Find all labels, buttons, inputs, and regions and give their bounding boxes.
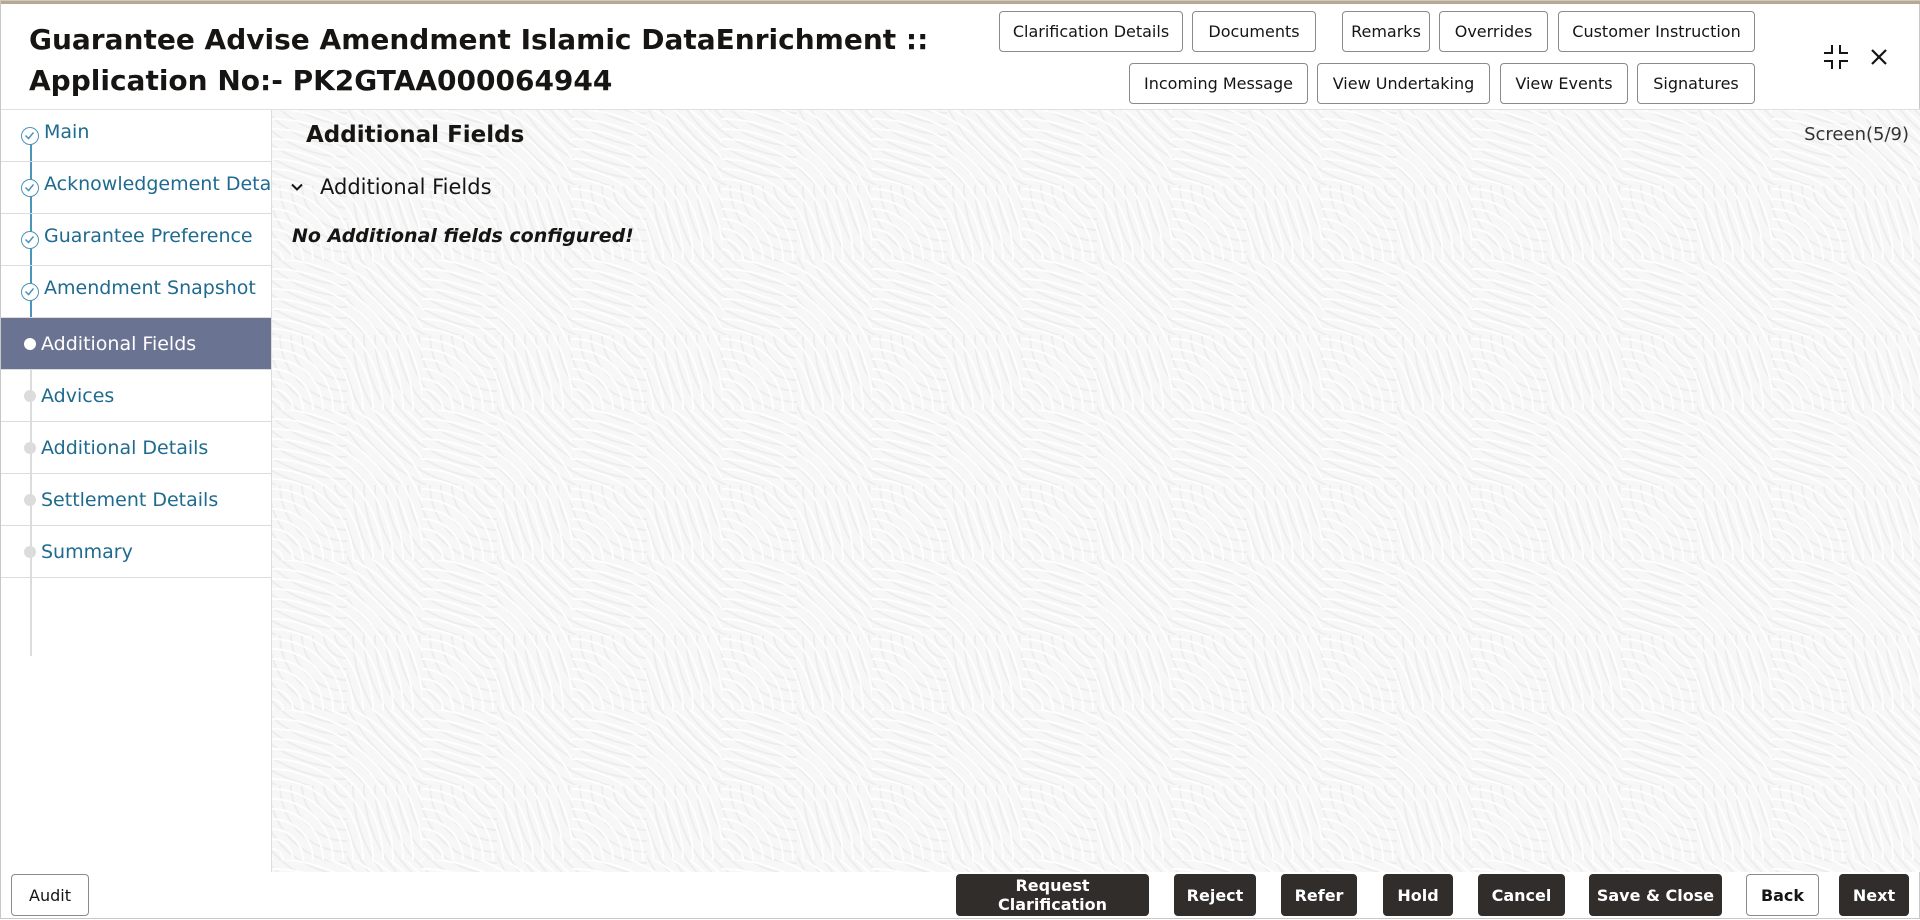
sidebar-item-label: Amendment Snapshot	[44, 277, 256, 299]
pending-step-dot-icon	[24, 494, 36, 506]
close-icon[interactable]	[1863, 41, 1895, 73]
main-content: Additional Fields Screen(5/9) Additional…	[272, 110, 1920, 872]
sidebar-item-label: Advices	[41, 385, 115, 407]
view-events-button[interactable]: View Events	[1500, 63, 1628, 104]
clarification-details-button[interactable]: Clarification Details	[999, 11, 1183, 52]
request-clarification-button[interactable]: Request Clarification	[956, 874, 1149, 916]
sidebar-item-summary[interactable]: Summary	[1, 526, 271, 578]
sidebar-item-amendment-snapshot[interactable]: Amendment Snapshot	[1, 266, 271, 318]
remarks-button[interactable]: Remarks	[1342, 11, 1430, 52]
title-line-2: Application No:- PK2GTAA000064944	[29, 64, 613, 97]
sidebar-item-additional-details[interactable]: Additional Details	[1, 422, 271, 474]
hold-button[interactable]: Hold	[1383, 874, 1453, 916]
top-strip	[1, 1, 1920, 4]
sidebar-item-settlement-details[interactable]: Settlement Details	[1, 474, 271, 526]
checkmark-icon	[21, 283, 39, 301]
page-title: Additional Fields	[306, 122, 525, 148]
app-window: Guarantee Advise Amendment Islamic DataE…	[0, 0, 1920, 919]
current-step-dot-icon	[24, 338, 36, 350]
incoming-message-button[interactable]: Incoming Message	[1129, 63, 1308, 104]
pending-step-dot-icon	[24, 390, 36, 402]
sidebar-item-advices[interactable]: Advices	[1, 370, 271, 422]
checkmark-icon	[21, 179, 39, 197]
sidebar-item-label: Additional Details	[41, 437, 209, 459]
sidebar-item-main[interactable]: Main	[1, 110, 271, 162]
pending-step-dot-icon	[24, 442, 36, 454]
sidebar-item-guarantee-preference[interactable]: Guarantee Preference	[1, 214, 271, 266]
page-header-title: Guarantee Advise Amendment Islamic DataE…	[29, 19, 928, 101]
customer-instruction-button[interactable]: Customer Instruction	[1558, 11, 1755, 52]
sidebar-item-label: Settlement Details	[41, 489, 219, 511]
checkmark-icon	[21, 127, 39, 145]
sidebar-item-label: Guarantee Preference	[44, 225, 253, 247]
reject-button[interactable]: Reject	[1174, 874, 1256, 916]
chevron-down-icon	[291, 183, 303, 191]
screen-indicator: Screen(5/9)	[1804, 124, 1909, 145]
save-and-close-button[interactable]: Save & Close	[1589, 874, 1722, 916]
sidebar-item-additional-fields[interactable]: Additional Fields	[1, 318, 271, 370]
checkmark-icon	[21, 231, 39, 249]
title-line-1: Guarantee Advise Amendment Islamic DataE…	[29, 23, 929, 56]
sidebar-train-stops: Main Acknowledgement Details Guarantee P…	[1, 110, 292, 872]
documents-button[interactable]: Documents	[1192, 11, 1316, 52]
signatures-button[interactable]: Signatures	[1637, 63, 1755, 104]
view-undertaking-button[interactable]: View Undertaking	[1317, 63, 1490, 104]
section-title: Additional Fields	[320, 175, 492, 199]
sidebar-item-label: Additional Fields	[41, 333, 197, 355]
sidebar-item-acknowledgement-details[interactable]: Acknowledgement Details	[1, 162, 292, 214]
collapse-icon[interactable]	[1820, 41, 1852, 73]
sidebar-item-label: Acknowledgement Details	[44, 173, 292, 195]
next-button[interactable]: Next	[1839, 874, 1909, 916]
sidebar-item-label: Main	[44, 121, 90, 143]
cancel-button[interactable]: Cancel	[1478, 874, 1565, 916]
audit-button[interactable]: Audit	[11, 874, 89, 916]
refer-button[interactable]: Refer	[1281, 874, 1357, 916]
empty-state-message: No Additional fields configured!	[292, 225, 634, 247]
additional-fields-section-toggle[interactable]: Additional Fields	[290, 172, 492, 202]
sidebar-item-label: Summary	[41, 541, 133, 563]
overrides-button[interactable]: Overrides	[1439, 11, 1548, 52]
pending-step-dot-icon	[24, 546, 36, 558]
back-button[interactable]: Back	[1746, 874, 1819, 916]
